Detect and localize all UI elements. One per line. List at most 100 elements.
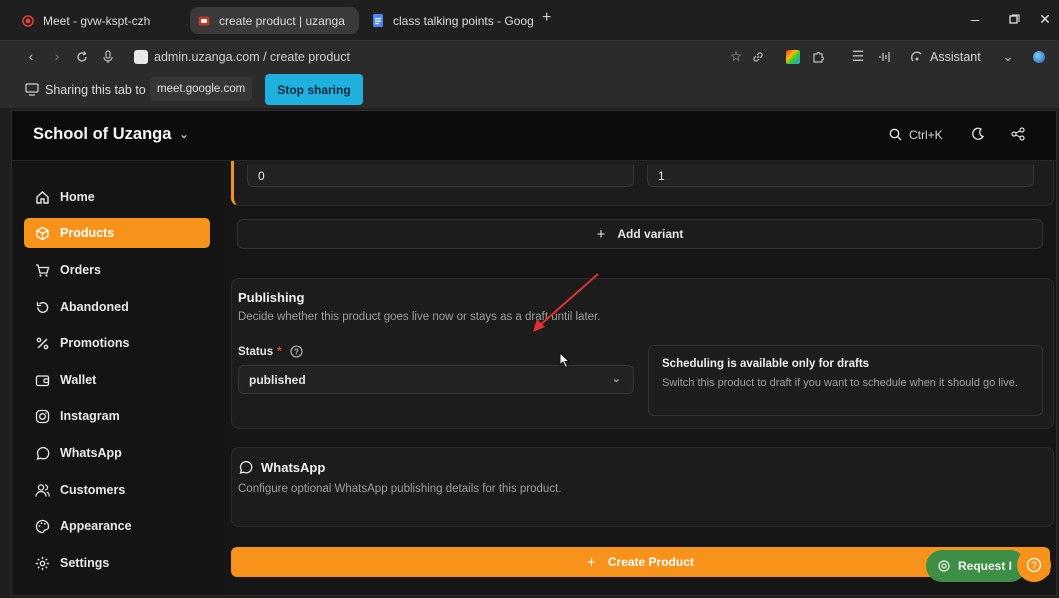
org-name[interactable]: School of Uzanga bbox=[33, 125, 171, 144]
share-icon[interactable] bbox=[1011, 127, 1025, 141]
whatsapp-card: WhatsApp Configure optional WhatsApp pub… bbox=[231, 447, 1054, 527]
undo-icon bbox=[34, 299, 50, 315]
box-icon bbox=[34, 225, 50, 241]
microphone-icon[interactable] bbox=[101, 48, 119, 64]
help-button[interactable]: ? bbox=[1017, 548, 1051, 582]
lifebuoy-icon bbox=[938, 560, 950, 572]
reading-list-icon[interactable]: ☰ bbox=[849, 48, 867, 65]
org-switcher-chevron-icon[interactable]: ⌄ bbox=[179, 127, 189, 141]
browser-tab-create-product[interactable]: create product | uzanga bbox=[190, 7, 359, 34]
reload-icon[interactable] bbox=[75, 48, 93, 64]
site-favicon-icon[interactable] bbox=[134, 50, 148, 64]
sidebar-item-label: Instagram bbox=[60, 409, 120, 423]
plus-icon: + bbox=[587, 553, 596, 571]
restore-icon[interactable] bbox=[1005, 11, 1023, 29]
plus-icon: + bbox=[596, 225, 606, 243]
sidebar-item-instagram[interactable]: Instagram bbox=[24, 401, 210, 431]
scheduling-notice: Scheduling is available only for drafts … bbox=[648, 345, 1043, 416]
request-label: Request I bbox=[958, 559, 1013, 573]
search-icon[interactable] bbox=[889, 128, 902, 141]
tab-label: class talking points - Goog bbox=[393, 13, 534, 28]
tab-label: create product | uzanga bbox=[219, 13, 345, 28]
dark-mode-moon-icon[interactable] bbox=[971, 127, 985, 141]
address-url[interactable]: admin.uzanga.com / create product bbox=[154, 50, 350, 64]
assistant-icon[interactable] bbox=[910, 48, 928, 64]
color-extension-icon[interactable] bbox=[786, 50, 800, 64]
status-select[interactable]: published ⌄ bbox=[238, 365, 634, 394]
sidebar-item-label: WhatsApp bbox=[60, 446, 122, 460]
wallet-icon bbox=[34, 372, 50, 388]
screen-share-icon bbox=[25, 83, 39, 96]
add-variant-button[interactable]: + Add variant bbox=[237, 219, 1043, 249]
chevron-down-icon[interactable]: ⌄ bbox=[999, 48, 1017, 65]
status-label-row: Status * ? bbox=[238, 345, 303, 358]
forward-icon[interactable]: › bbox=[48, 48, 66, 64]
browser-toolbar: ‹ › admin.uzanga.com / create product ☆ … bbox=[0, 40, 1059, 73]
profile-avatar-icon[interactable] bbox=[1033, 51, 1045, 63]
publishing-card: Publishing Decide whether this product g… bbox=[231, 278, 1054, 429]
users-icon bbox=[34, 482, 50, 498]
back-icon[interactable]: ‹ bbox=[22, 48, 40, 64]
whatsapp-title-row: WhatsApp bbox=[238, 460, 325, 475]
annotation-arrow bbox=[533, 273, 599, 332]
extensions-puzzle-icon[interactable] bbox=[811, 48, 829, 64]
sidebar-item-wallet[interactable]: Wallet bbox=[24, 365, 210, 395]
app-header: School of Uzanga ⌄ Ctrl+K bbox=[12, 111, 1056, 161]
svg-text:?: ? bbox=[1031, 561, 1037, 572]
sidebar-item-label: Customers bbox=[60, 483, 126, 497]
sidebar-item-label: Orders bbox=[60, 263, 101, 277]
info-help-icon[interactable]: ? bbox=[290, 345, 303, 358]
main-content: 0 1 + Add variant Publishing Decide whet… bbox=[224, 161, 1056, 595]
uzanga-tab-icon bbox=[198, 15, 210, 27]
audio-icon[interactable] bbox=[878, 48, 896, 64]
browser-tab-bar: Meet - gvw-kspt-czh create product | uza… bbox=[0, 0, 1059, 40]
new-tab-button[interactable]: + bbox=[542, 9, 551, 27]
stop-sharing-button[interactable]: Stop sharing bbox=[265, 74, 363, 105]
sidebar-item-orders[interactable]: Orders bbox=[24, 255, 210, 285]
chat-bubble-icon bbox=[238, 460, 253, 475]
sidebar-item-label: Home bbox=[60, 190, 95, 204]
search-shortcut[interactable]: Ctrl+K bbox=[909, 128, 943, 142]
publishing-title: Publishing bbox=[238, 290, 305, 305]
sidebar-item-label: Wallet bbox=[60, 373, 97, 387]
gear-icon bbox=[34, 555, 50, 571]
sidebar-item-label: Abandoned bbox=[60, 300, 129, 314]
sharing-text: Sharing this tab to bbox=[45, 83, 146, 97]
sidebar-item-settings[interactable]: Settings bbox=[24, 548, 210, 578]
scheduling-title: Scheduling is available only for drafts bbox=[662, 358, 870, 370]
request-feature-button[interactable]: Request I bbox=[926, 550, 1026, 582]
variant-field-b[interactable]: 1 bbox=[647, 165, 1034, 187]
browser-tab-meet[interactable]: Meet - gvw-kspt-czh bbox=[14, 7, 184, 34]
close-window-icon[interactable]: ✕ bbox=[1036, 11, 1054, 28]
sidebar-item-customers[interactable]: Customers bbox=[24, 475, 210, 505]
sidebar-item-label: Settings bbox=[60, 556, 110, 570]
sidebar-item-label: Promotions bbox=[60, 336, 130, 350]
create-product-label: Create Product bbox=[607, 555, 694, 569]
sidebar-item-whatsapp[interactable]: WhatsApp bbox=[24, 438, 210, 468]
sidebar: Home Products Orders Abandoned Promotion… bbox=[12, 161, 222, 595]
sidebar-item-home[interactable]: Home bbox=[24, 182, 210, 212]
app-window: School of Uzanga ⌄ Ctrl+K Home Products … bbox=[11, 110, 1057, 596]
sidebar-item-appearance[interactable]: Appearance bbox=[24, 511, 210, 541]
link-icon[interactable] bbox=[751, 48, 769, 64]
browser-tab-docs[interactable]: class talking points - Goog bbox=[364, 7, 536, 34]
chevron-down-icon: ⌄ bbox=[611, 373, 621, 385]
palette-icon bbox=[34, 518, 50, 534]
sidebar-item-abandoned[interactable]: Abandoned bbox=[24, 292, 210, 322]
sidebar-item-promotions[interactable]: Promotions bbox=[24, 328, 210, 358]
mouse-cursor-icon bbox=[559, 352, 571, 369]
required-mark: * bbox=[277, 345, 282, 358]
instagram-icon bbox=[34, 408, 50, 424]
minimize-icon[interactable]: – bbox=[966, 11, 984, 27]
sidebar-item-products[interactable]: Products bbox=[24, 218, 210, 248]
sidebar-item-label: Products bbox=[60, 226, 115, 240]
assistant-label[interactable]: Assistant bbox=[930, 50, 981, 64]
meet-record-icon bbox=[22, 14, 34, 27]
percent-icon bbox=[34, 335, 50, 351]
sharing-target: meet.google.com bbox=[150, 77, 253, 101]
whatsapp-description: Configure optional WhatsApp publishing d… bbox=[238, 483, 562, 495]
help-question-icon: ? bbox=[1026, 557, 1042, 573]
svg-text:?: ? bbox=[294, 348, 299, 357]
bookmark-star-icon[interactable]: ☆ bbox=[727, 48, 745, 65]
variant-field-a[interactable]: 0 bbox=[247, 165, 634, 187]
